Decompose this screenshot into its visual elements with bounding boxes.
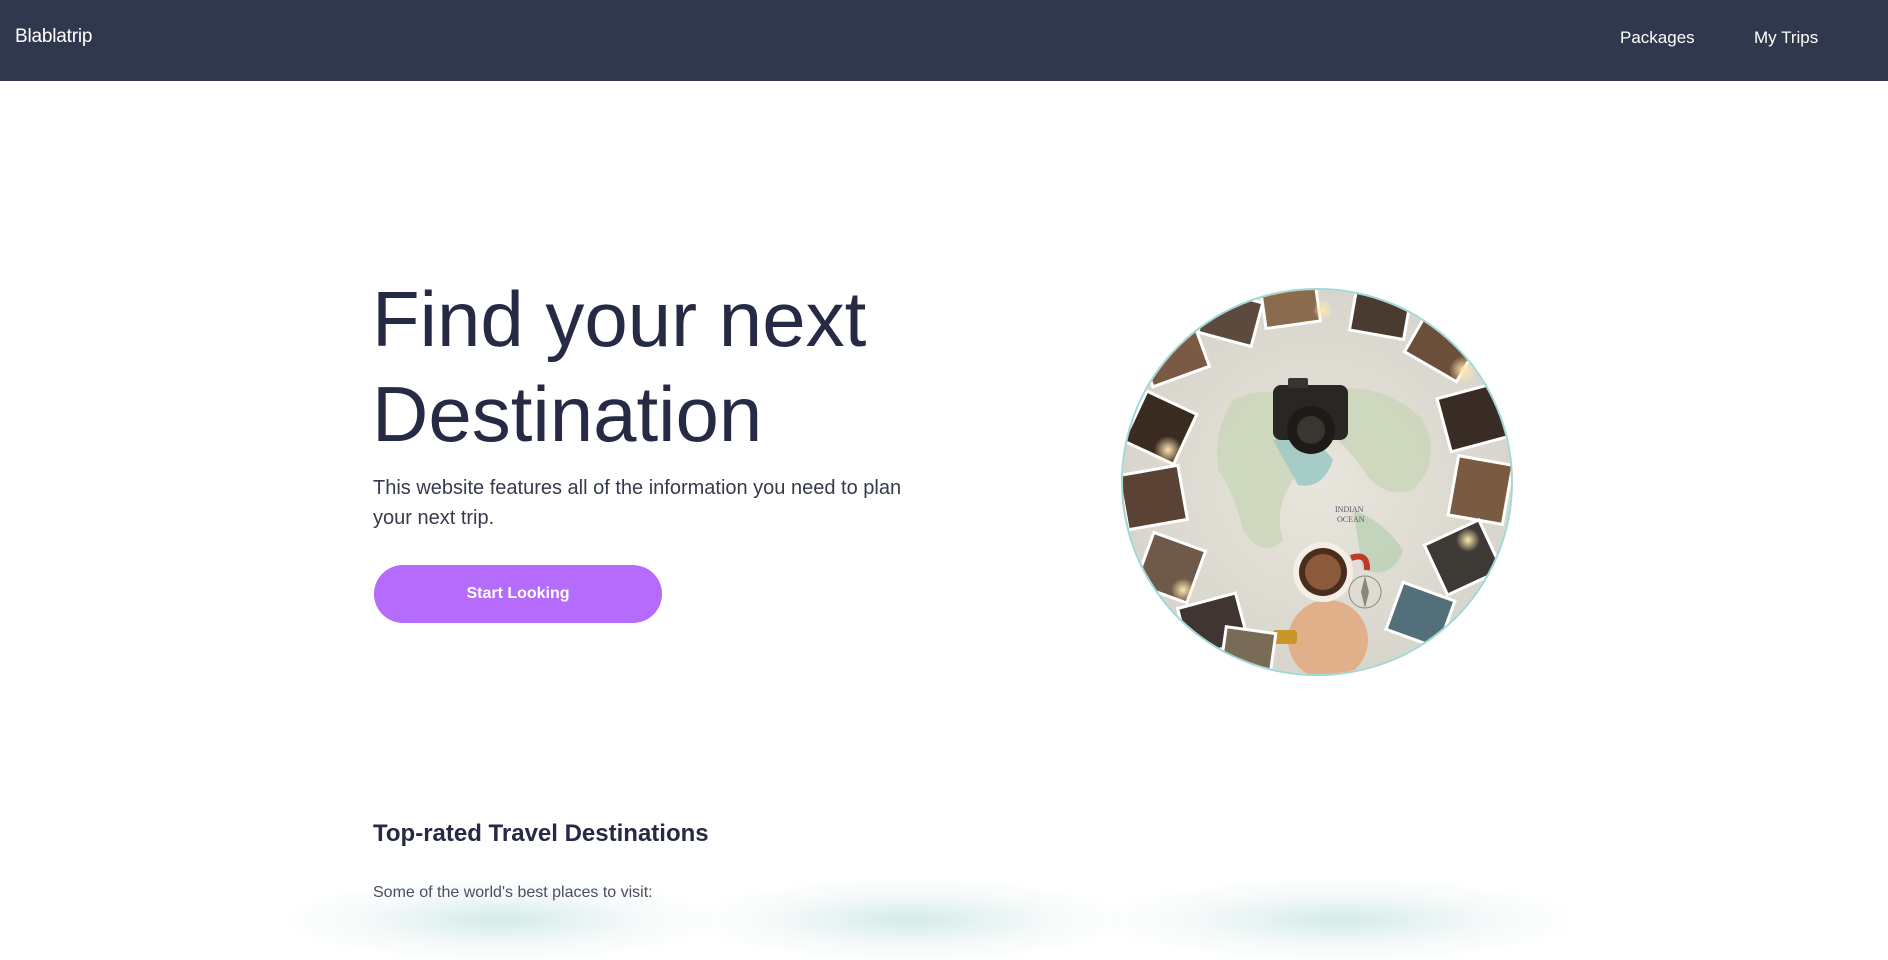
- top-navbar: Blablatrip Packages My Trips: [0, 0, 1888, 81]
- start-looking-button[interactable]: Start Looking: [374, 565, 662, 623]
- destinations-subtitle: Some of the world's best places to visit…: [373, 884, 653, 901]
- nav-link-my-trips[interactable]: My Trips: [1754, 28, 1818, 48]
- nav-link-packages[interactable]: Packages: [1620, 28, 1695, 48]
- destination-card-shadow: [1110, 880, 1570, 960]
- hero-travel-image: INDIAN OCEAN: [1121, 288, 1513, 676]
- svg-text:INDIAN: INDIAN: [1335, 505, 1364, 514]
- destination-card-shadow: [700, 880, 1120, 960]
- hero-title: Find your next Destination: [372, 275, 867, 458]
- svg-text:OCEAN: OCEAN: [1337, 515, 1365, 524]
- destinations-title: Top-rated Travel Destinations: [373, 820, 709, 847]
- travel-map-photo-icon: INDIAN OCEAN: [1123, 290, 1511, 674]
- hero-subtitle: This website features all of the informa…: [373, 477, 902, 529]
- brand-logo[interactable]: Blablatrip: [15, 26, 92, 48]
